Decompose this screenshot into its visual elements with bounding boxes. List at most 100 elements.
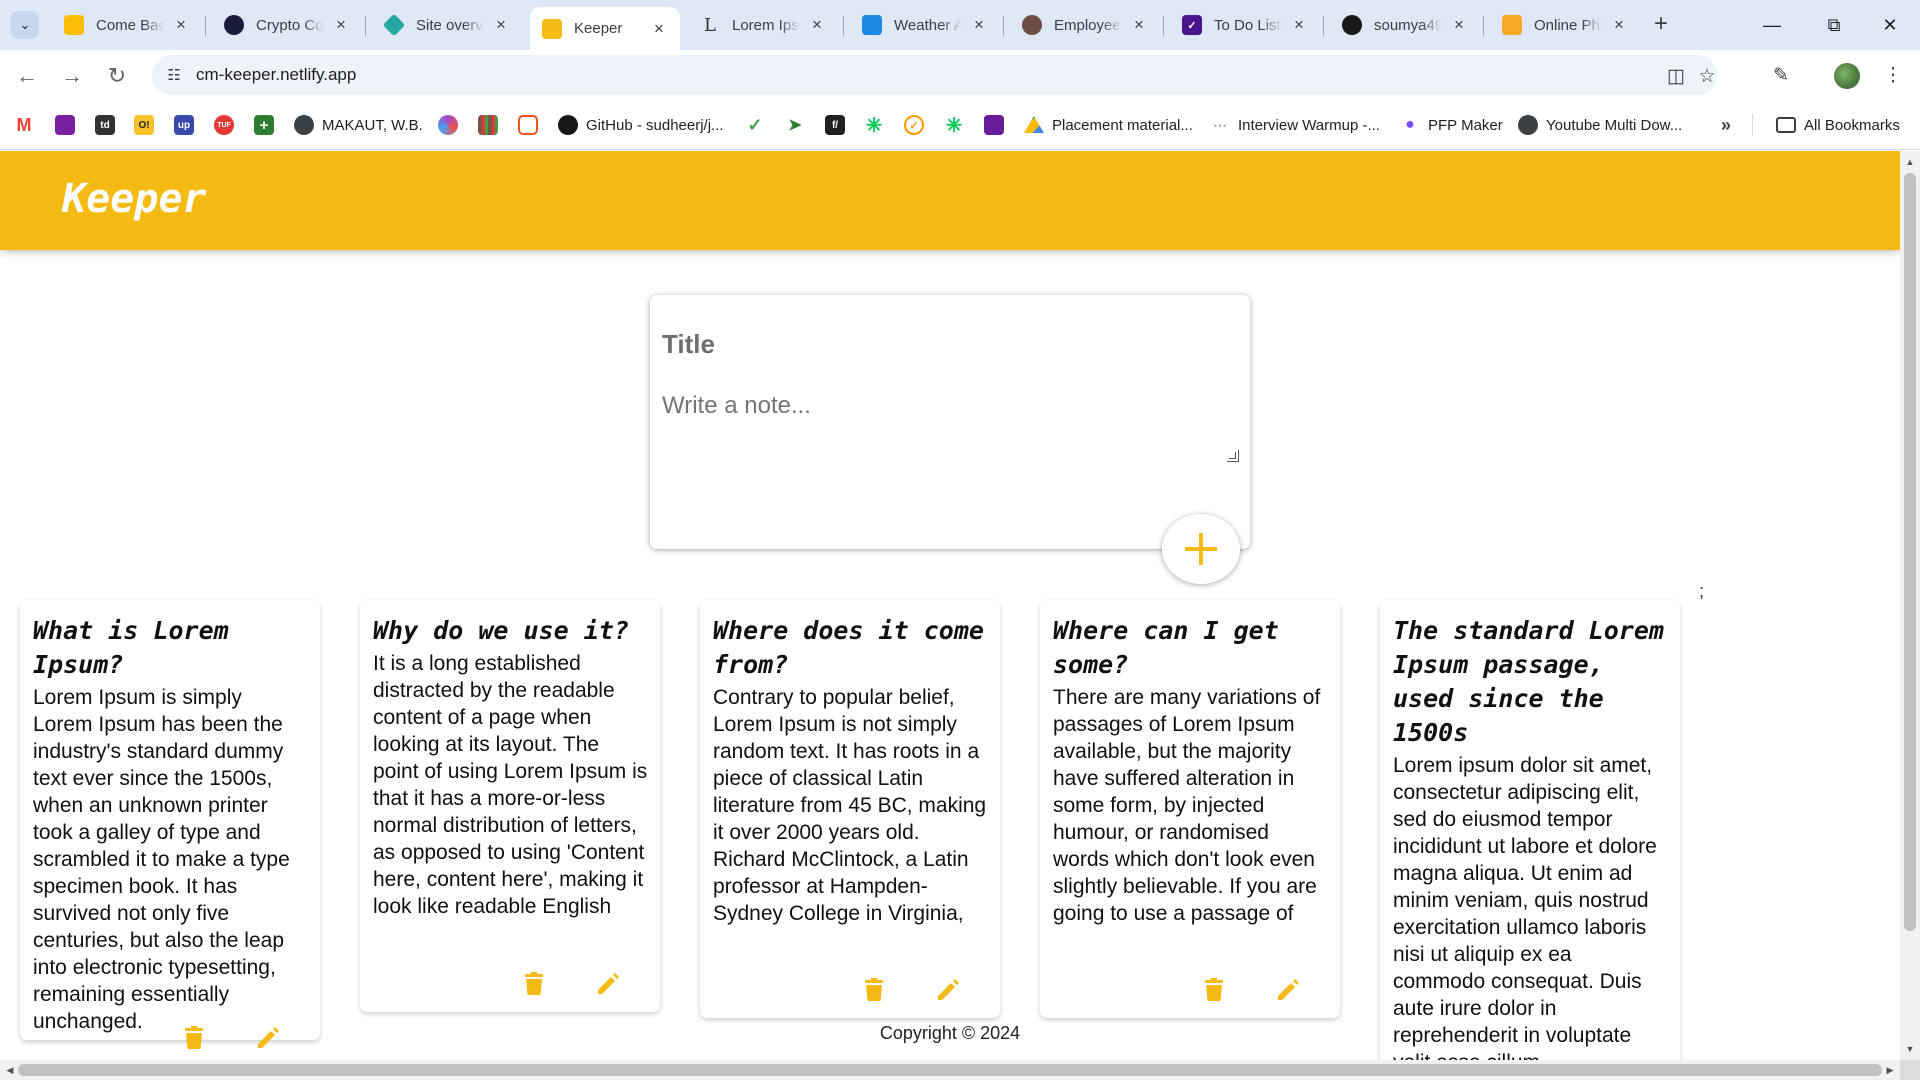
extensions-icon[interactable]: ✎: [1768, 63, 1794, 89]
bookmark-td[interactable]: td: [95, 114, 115, 136]
note-actions: [860, 976, 962, 1004]
close-icon[interactable]: ×: [650, 19, 668, 38]
tab-title: soumya49: [1374, 16, 1442, 34]
bookmark-placement[interactable]: Placement material...: [1024, 114, 1193, 136]
close-icon[interactable]: ×: [1450, 16, 1468, 34]
tab-site-overview[interactable]: Site overvi ×: [372, 7, 522, 43]
edit-button[interactable]: [594, 970, 622, 998]
cube-icon: [984, 115, 1004, 135]
note-card: What is Lorem Ipsum? Lorem Ipsum is simp…: [20, 600, 320, 1049]
tab-online-photo[interactable]: Online Phc ×: [1490, 7, 1640, 43]
forward-button[interactable]: →: [55, 59, 89, 93]
bookmark-asterisk-2[interactable]: ✳: [944, 114, 964, 137]
note-content-textarea[interactable]: Write a note...: [662, 392, 811, 420]
scroll-up-arrow-icon[interactable]: ▲: [1900, 154, 1920, 170]
bookmarks-overflow-button[interactable]: »: [1716, 114, 1736, 136]
code-icon: f/: [825, 115, 845, 135]
tab-search-button[interactable]: ⌄: [11, 11, 39, 39]
copyright-text: Copyright © 2024: [879, 1023, 1021, 1043]
url-text[interactable]: cm-keeper.netlify.app: [196, 65, 356, 85]
tab-title: Online Phc: [1534, 16, 1602, 34]
all-bookmarks-button[interactable]: All Bookmarks: [1776, 114, 1900, 136]
bookmark-timer[interactable]: ✓: [904, 114, 924, 136]
close-icon[interactable]: ×: [1610, 16, 1628, 34]
site-settings-icon[interactable]: ☷: [164, 65, 184, 85]
close-icon[interactable]: ×: [808, 16, 826, 34]
delete-button[interactable]: [520, 970, 548, 998]
bookmark-books[interactable]: [478, 114, 498, 136]
close-icon[interactable]: ×: [1130, 16, 1148, 34]
back-button[interactable]: ←: [10, 59, 44, 93]
tab-weather[interactable]: Weather A ×: [850, 7, 1000, 43]
note-content: Lorem Ipsum is simply Lorem Ipsum has be…: [33, 686, 296, 1033]
tab-separator: [1163, 16, 1164, 36]
note-title-input[interactable]: Title: [662, 329, 715, 360]
bookmark-cube[interactable]: [984, 114, 1004, 136]
horizontal-scrollbar[interactable]: ◀ ▶: [0, 1060, 1900, 1080]
bookmark-chat[interactable]: [518, 114, 538, 136]
close-icon[interactable]: ×: [492, 16, 510, 34]
bookmark-up[interactable]: up: [174, 114, 194, 136]
close-icon[interactable]: ×: [1290, 16, 1308, 34]
delete-button[interactable]: [860, 976, 888, 1004]
restore-button[interactable]: ⧉: [1814, 8, 1854, 42]
bookmark-interview-warmup[interactable]: ⋯ Interview Warmup -...: [1210, 114, 1380, 136]
tab-separator: [1003, 16, 1004, 36]
pfp-icon: ●: [1405, 116, 1415, 133]
scroll-right-arrow-icon[interactable]: ▶: [1882, 1060, 1898, 1080]
close-icon[interactable]: ×: [172, 16, 190, 34]
all-bookmarks-label: All Bookmarks: [1804, 116, 1900, 134]
bookmark-gmail[interactable]: M: [14, 114, 34, 136]
bookmark-makaut[interactable]: MAKAUT, W.B.: [294, 114, 423, 136]
tab-todo[interactable]: ✓ To Do List ×: [1170, 7, 1320, 43]
bookmark-o[interactable]: O!: [134, 114, 154, 136]
profile-avatar[interactable]: [1834, 63, 1860, 89]
tab-strip: ⌄ Come Back × Crypto Co × Site overvi × …: [0, 0, 1920, 50]
bookmark-circle[interactable]: [438, 114, 458, 136]
menu-icon[interactable]: ⋮: [1880, 63, 1906, 89]
minimize-button[interactable]: —: [1752, 8, 1792, 42]
asterisk-icon-2: ✳: [945, 114, 963, 137]
bookmark-slides[interactable]: [55, 114, 75, 136]
gmail-icon: M: [16, 114, 32, 135]
github-icon: [1342, 15, 1362, 35]
scroll-left-arrow-icon[interactable]: ◀: [2, 1060, 18, 1080]
bookmark-pfp-maker[interactable]: ● PFP Maker: [1400, 114, 1503, 136]
vertical-scrollbar[interactable]: ▲ ▼: [1900, 151, 1920, 1060]
bookmark-plus[interactable]: +: [254, 114, 274, 136]
address-bar[interactable]: ☷ cm-keeper.netlify.app ◫ ☆: [152, 55, 1717, 95]
bookmark-github[interactable]: GitHub - sudheerj/j...: [558, 114, 724, 136]
close-icon[interactable]: ×: [970, 16, 988, 34]
textarea-resize-handle[interactable]: [1227, 450, 1239, 462]
horizontal-scroll-thumb[interactable]: [18, 1064, 1882, 1076]
scroll-down-arrow-icon[interactable]: ▼: [1900, 1041, 1920, 1057]
edit-button[interactable]: [1274, 976, 1302, 1004]
plus-icon: [1185, 533, 1217, 565]
bookmark-star-icon[interactable]: ☆: [1695, 65, 1719, 89]
tab-keeper[interactable]: Keeper ×: [530, 7, 680, 50]
bookmark-code[interactable]: f/: [825, 114, 845, 136]
install-app-icon[interactable]: ◫: [1664, 65, 1688, 89]
tab-crypto[interactable]: Crypto Co ×: [212, 7, 362, 43]
tab-github[interactable]: soumya49 ×: [1330, 7, 1480, 43]
bookmark-check[interactable]: ✓: [745, 114, 765, 136]
tab-employee[interactable]: Employee ×: [1010, 7, 1160, 43]
reload-button[interactable]: ↻: [100, 59, 134, 93]
close-window-button[interactable]: ✕: [1870, 8, 1910, 42]
new-tab-button[interactable]: +: [1647, 11, 1675, 39]
bookmark-bird[interactable]: ➤: [785, 114, 805, 136]
close-icon[interactable]: ×: [332, 16, 350, 34]
up-icon: up: [174, 115, 194, 135]
tab-title: Crypto Co: [256, 16, 324, 34]
vertical-scroll-thumb[interactable]: [1904, 173, 1916, 931]
edit-button[interactable]: [934, 976, 962, 1004]
tab-lorem-ipsum[interactable]: L Lorem Ipsu ×: [688, 7, 838, 43]
stray-text: ;: [1699, 581, 1705, 601]
tab-come-back[interactable]: Come Back ×: [52, 7, 202, 43]
bookmark-asterisk[interactable]: ✳: [864, 114, 884, 137]
bookmark-youtube-multi[interactable]: Youtube Multi Dow...: [1518, 114, 1682, 136]
add-note-button[interactable]: [1162, 514, 1240, 584]
bookmark-tuf[interactable]: TUF: [214, 114, 234, 136]
todo-icon: ✓: [1182, 15, 1202, 35]
delete-button[interactable]: [1200, 976, 1228, 1004]
